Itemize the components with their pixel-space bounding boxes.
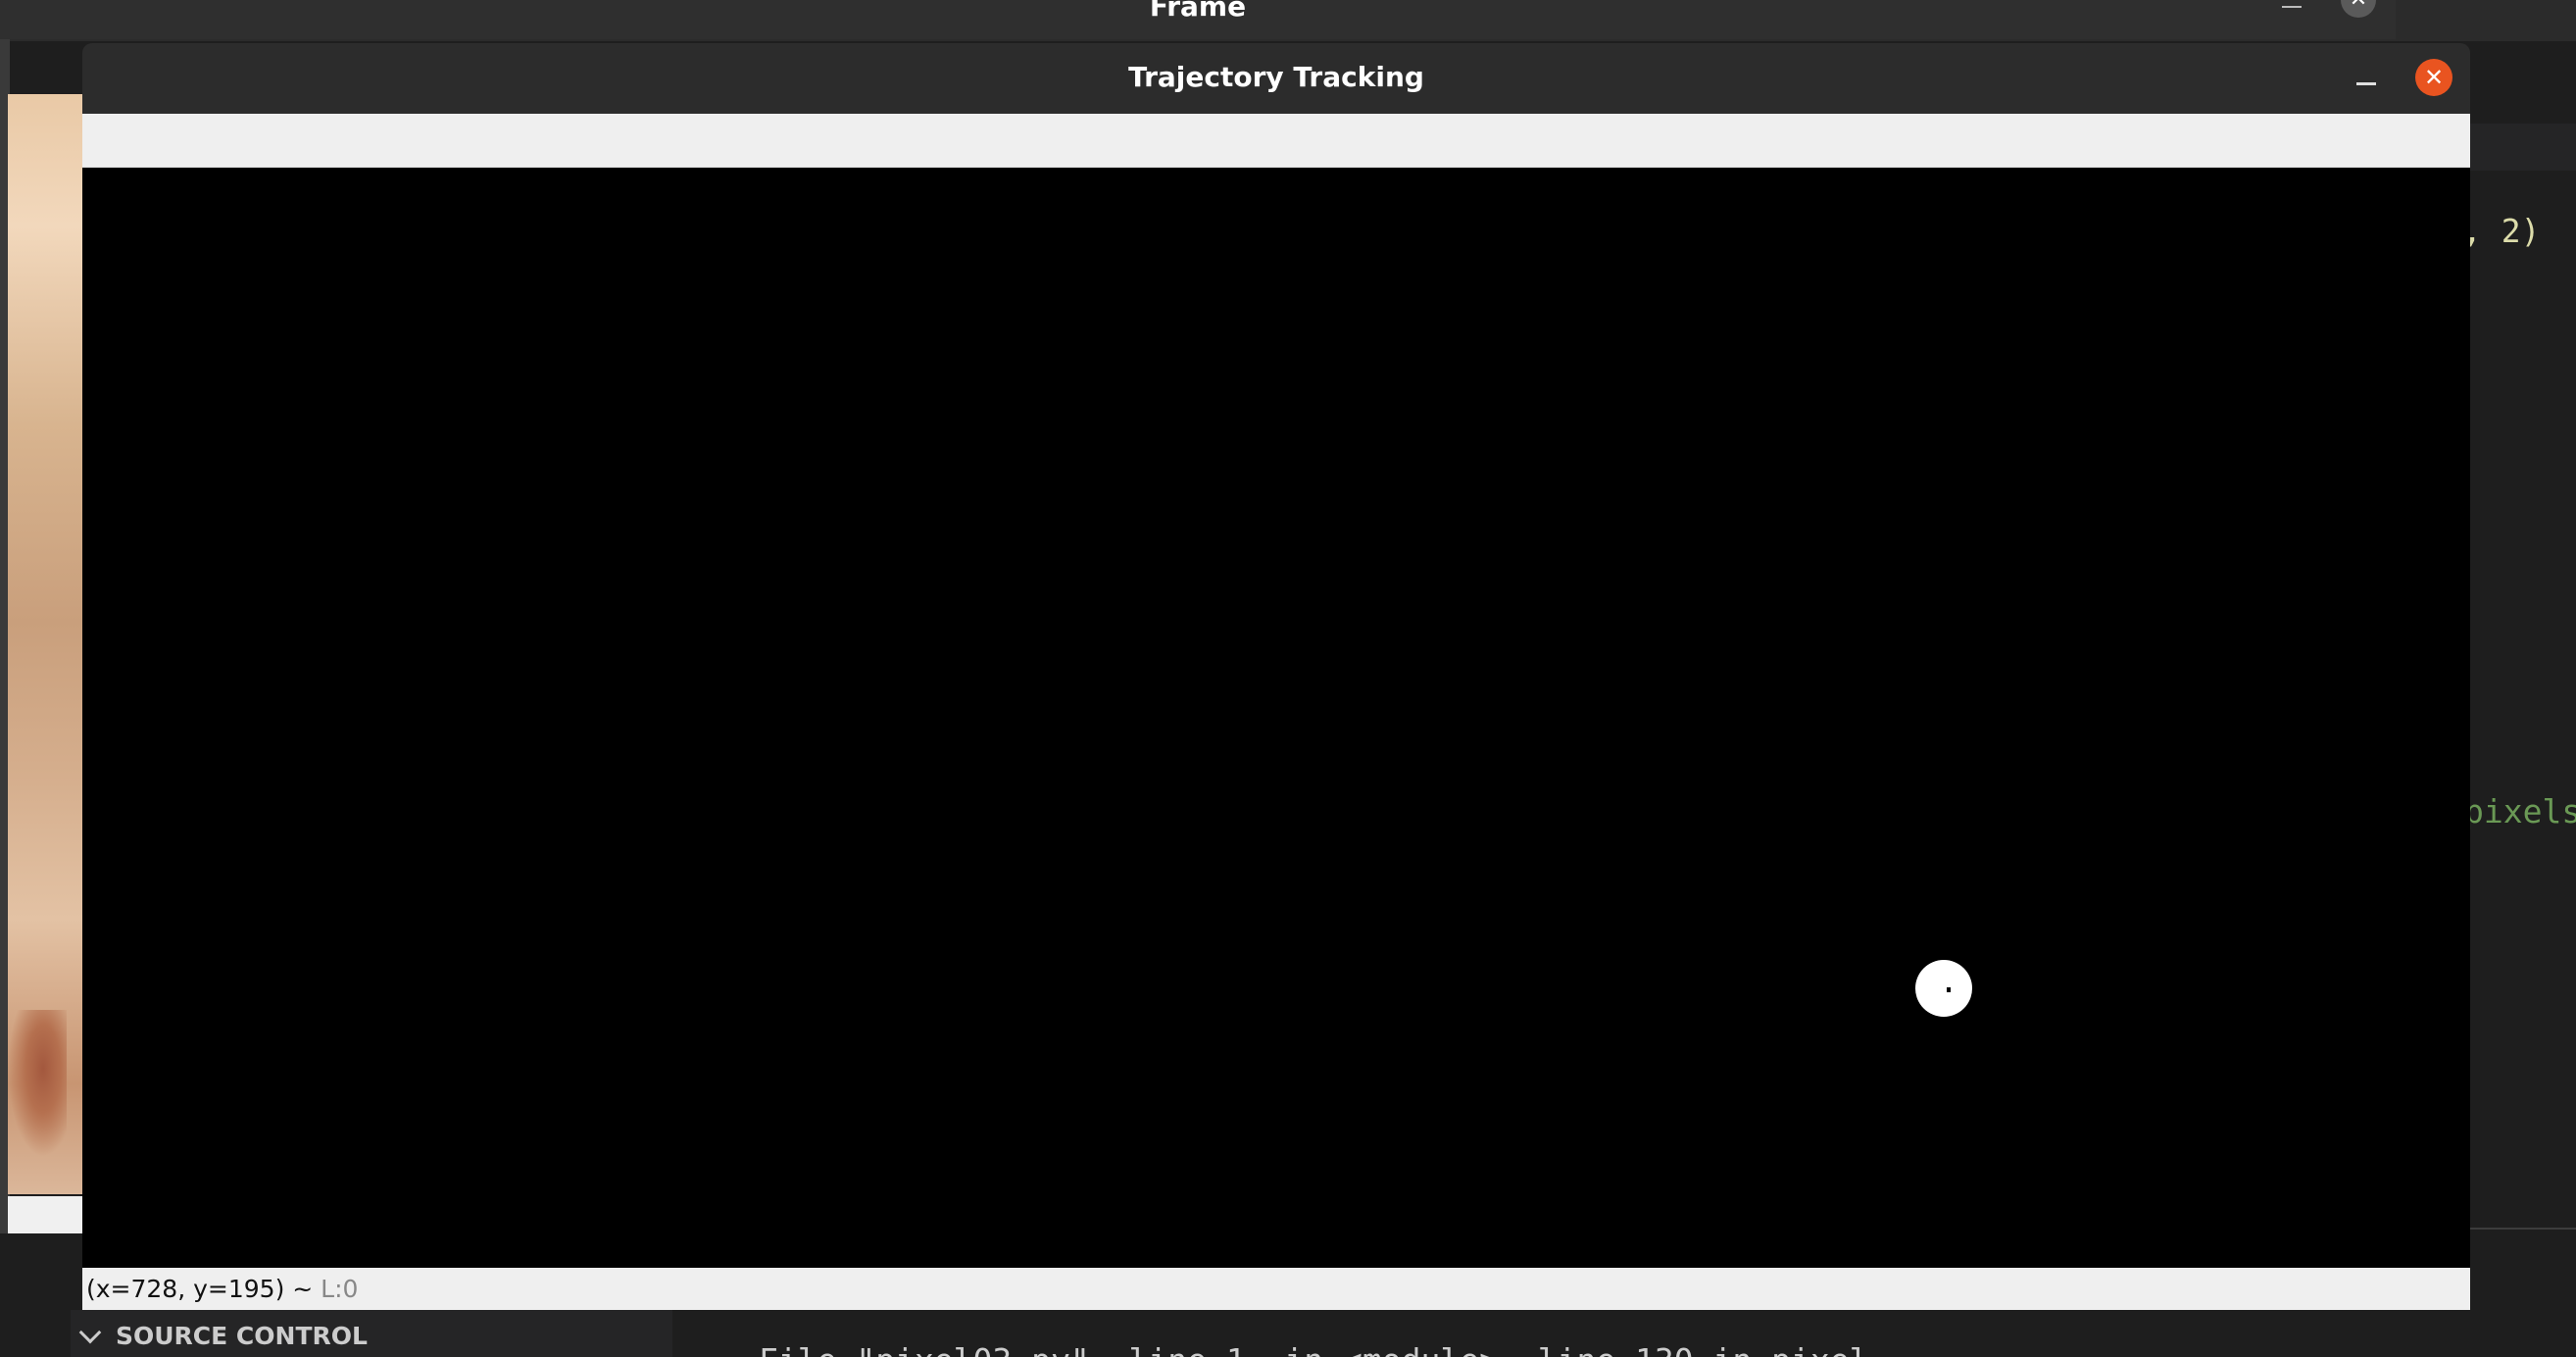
frame-status-bar <box>8 1196 86 1233</box>
close-button[interactable]: ✕ <box>2415 59 2452 96</box>
cursor-coordinates: (x=728, y=195) ~ <box>86 1275 314 1303</box>
desktop: , 2) pixels File "pixel03.py", line 1, i… <box>0 0 2576 1357</box>
blob-noise-pixel <box>1947 987 1951 992</box>
trajectory-tracking-window[interactable]: Trajectory Tracking ✕ (x=728, y=195) ~ L… <box>82 43 2470 1310</box>
window-title: Trajectory Tracking <box>1128 61 1424 93</box>
tracking-canvas[interactable] <box>82 168 2470 1268</box>
source-control-section-header[interactable]: SOURCE CONTROL <box>78 1321 368 1350</box>
code-line-fragment[interactable]: pixels <box>2464 792 2576 830</box>
frame-window-title: Frame <box>1149 0 1247 23</box>
minimize-button[interactable] <box>2356 82 2376 85</box>
terminal-output-line: File "pixel03.py", line 1, in <module> l… <box>759 1341 1868 1357</box>
frame-minimize-button[interactable] <box>2282 6 2302 8</box>
tracked-object-blob <box>1915 960 1972 1017</box>
source-control-label: SOURCE CONTROL <box>116 1322 368 1350</box>
camera-frame-hand <box>8 1010 67 1157</box>
close-icon: ✕ <box>2350 0 2367 12</box>
code-line-fragment[interactable]: , 2) <box>2462 212 2540 250</box>
window-toolbar <box>82 114 2470 168</box>
status-bar: (x=728, y=195) ~ L:0 <box>82 1268 2470 1310</box>
close-icon: ✕ <box>2423 64 2445 91</box>
pixel-level: L:0 <box>321 1275 359 1303</box>
chevron-down-icon <box>78 1321 102 1343</box>
frame-window-titlebar[interactable]: Frame <box>0 0 2396 39</box>
trajectory-window-titlebar[interactable]: Trajectory Tracking ✕ <box>82 43 2470 114</box>
